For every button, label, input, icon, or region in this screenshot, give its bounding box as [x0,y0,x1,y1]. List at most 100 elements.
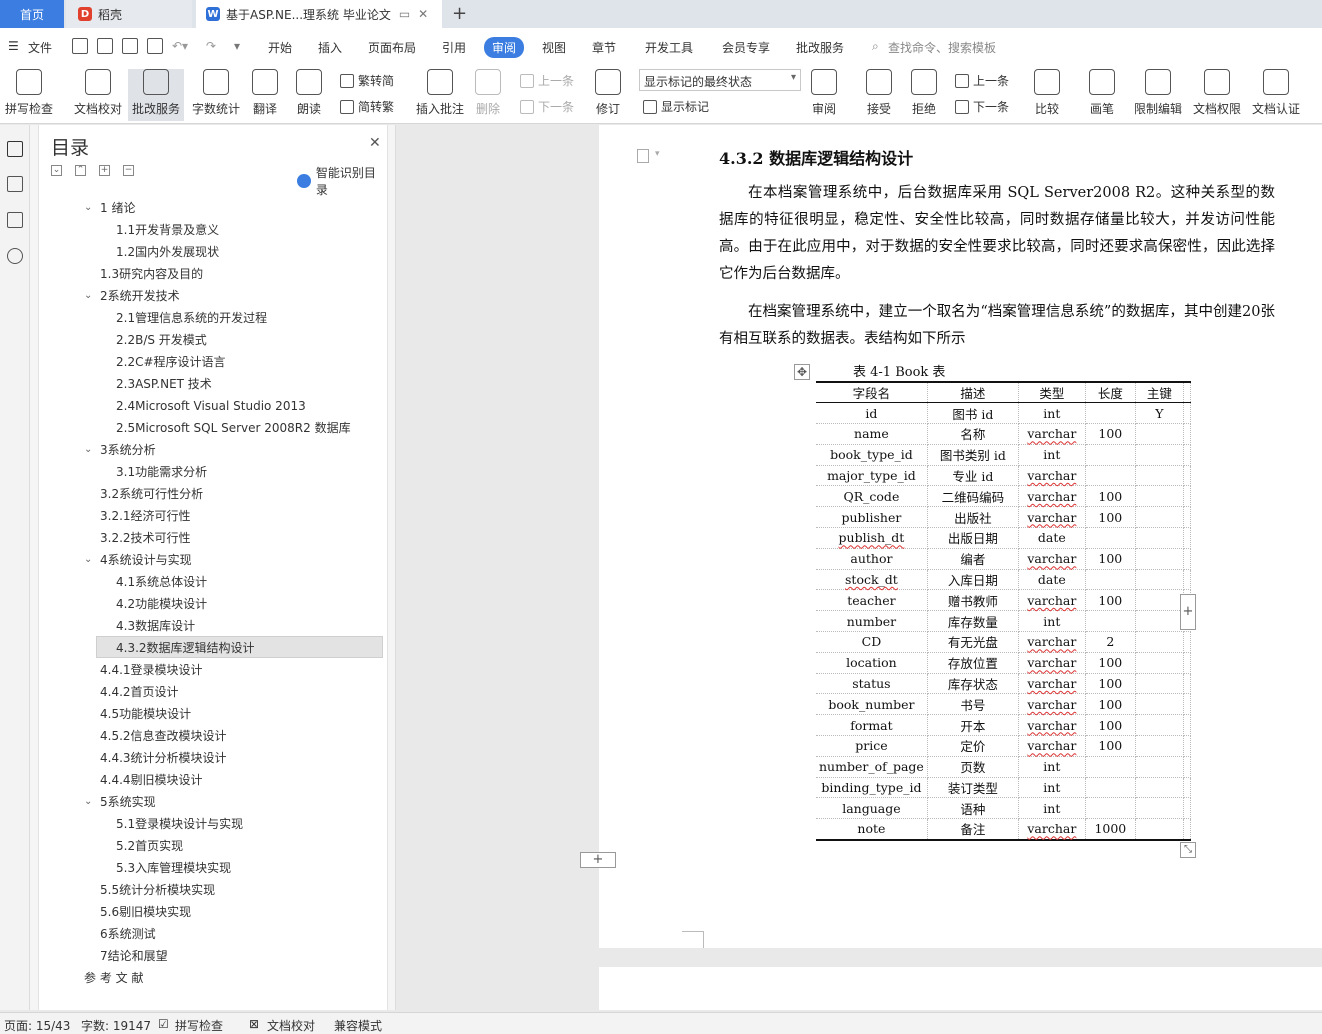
table-extra-cell[interactable] [1182,381,1191,404]
undo-icon[interactable]: ↶▾ [172,39,188,53]
table-cell[interactable]: 编者 [926,548,1019,570]
toc-item[interactable]: 4.4.4剔旧模块设计 [100,769,203,791]
toc-item[interactable]: 2.2B/S 开发模式 [116,329,207,351]
table-resize-handle-icon[interactable]: ⤡ [1180,842,1196,858]
table-cell[interactable]: varchar [1017,631,1086,653]
show-marks-button[interactable]: 显示标记 [643,98,709,115]
table-cell[interactable] [1134,610,1184,633]
prev-comment-button[interactable]: 上一条 [520,72,574,89]
table-cell[interactable]: CD [816,631,928,653]
table-cell[interactable]: stock_dt [816,569,928,591]
toc-item[interactable]: ⌄ 4系统设计与实现 [84,549,192,571]
toc-item[interactable]: 4.1系统总体设计 [116,571,207,593]
table-cell[interactable]: 出版日期 [926,527,1019,549]
table-cell[interactable]: 100 [1084,506,1136,529]
restrict-editing-button[interactable]: 限制编辑 [1134,69,1182,117]
doc-rights-button[interactable]: 文档权限 [1193,69,1241,117]
table-cell[interactable] [1134,818,1184,841]
table-cell[interactable] [1084,569,1136,591]
save-icon[interactable] [72,38,88,54]
paragraph-menu-icon[interactable] [637,149,649,163]
command-search-input[interactable]: 查找命令、搜索模板 [888,39,996,56]
table-cell[interactable]: 图书 id [926,402,1019,425]
chevron-down-icon[interactable]: ⌄ [84,549,92,571]
table-cell[interactable]: 100 [1084,714,1136,737]
insert-comment-button[interactable]: 插入批注 [416,69,464,117]
correction-service-button[interactable]: 批改服务 [128,69,185,121]
table-cell[interactable]: 书号 [926,693,1019,716]
toc-item[interactable]: 5.6剔旧模块实现 [100,901,191,923]
menu-insert[interactable]: 插入 [318,39,342,56]
table-cell[interactable] [1134,465,1184,487]
section-heading[interactable]: 4.3.2 数据库逻辑结构设计 [719,145,913,169]
table-cell[interactable]: 入库日期 [926,569,1019,591]
table-cell[interactable]: 页数 [926,756,1019,778]
chapter-nav-icon[interactable] [7,176,23,192]
reject-button[interactable]: 拒绝 [911,69,937,117]
next-change-button[interactable]: 下一条 [955,98,1009,115]
toc-item[interactable]: 4.5.2信息查改模块设计 [100,725,227,747]
table-cell[interactable]: 出版社 [926,506,1019,529]
export-pdf-icon[interactable] [97,38,113,54]
toc-item[interactable]: 1.2国内外发展现状 [116,241,219,263]
table-extra-cell[interactable] [1182,818,1191,841]
bookmark-icon[interactable] [7,212,23,228]
spellcheck-status[interactable]: 拼写检查 [175,1017,223,1034]
delete-comment-button[interactable]: 删除 [475,69,501,117]
table-cell[interactable]: 赠书教师 [926,589,1019,612]
table-header-cell[interactable]: 主键 [1134,381,1184,404]
toc-item[interactable]: 3.1功能需求分析 [116,461,207,483]
table-cell[interactable]: 100 [1084,485,1136,508]
quick-access-more-icon[interactable]: ▾ [234,39,240,53]
table-extra-cell[interactable] [1182,797,1191,820]
menu-review[interactable]: 审阅 [484,37,525,58]
table-cell[interactable]: binding_type_id [816,777,928,799]
toc-item[interactable]: 5.1登录模块设计与实现 [116,813,243,835]
chevron-down-icon[interactable]: ▾ [655,149,660,159]
table-cell[interactable]: QR_code [816,485,928,508]
table-cell[interactable]: int [1017,797,1086,820]
table-cell[interactable]: number [816,610,928,633]
toc-item[interactable]: 4.2功能模块设计 [116,593,207,615]
table-cell[interactable]: name [816,423,928,445]
toc-item[interactable]: ⌄ 2系统开发技术 [84,285,180,307]
table-cell[interactable]: 100 [1084,548,1136,570]
table-cell[interactable] [1134,693,1184,716]
table-extra-cell[interactable] [1182,527,1191,549]
chevron-down-icon[interactable]: ⌄ [84,791,92,813]
collapse-all-icon[interactable]: ⌃ [75,165,86,176]
table-cell[interactable]: 开本 [926,714,1019,737]
toc-item[interactable]: ⌄ 1 绪论 [84,197,135,219]
table-cell[interactable]: 专业 id [926,465,1019,487]
table-cell[interactable]: date [1017,569,1086,591]
add-heading-icon[interactable]: + [99,165,110,176]
table-cell[interactable]: format [816,714,928,737]
table-caption[interactable]: 表 4-1 Book 表 [853,361,945,380]
table-extra-cell[interactable] [1182,693,1191,716]
table-cell[interactable]: varchar [1017,693,1086,716]
table-cell[interactable]: varchar [1017,589,1086,612]
toc-item[interactable]: 4.4.3统计分析模块设计 [100,747,227,769]
prev-change-button[interactable]: 上一条 [955,72,1009,89]
table-cell[interactable] [1084,402,1136,425]
table-cell[interactable] [1084,777,1136,799]
table-cell[interactable]: 库存状态 [926,673,1019,695]
table-cell[interactable]: varchar [1017,673,1086,695]
menu-chapter[interactable]: 章节 [592,39,616,56]
table-cell[interactable]: 100 [1084,693,1136,716]
table-cell[interactable]: varchar [1017,423,1086,445]
table-cell[interactable]: varchar [1017,548,1086,570]
menu-page-layout[interactable]: 页面布局 [368,39,416,56]
table-cell[interactable]: varchar [1017,735,1086,757]
table-cell[interactable]: Y [1134,402,1184,425]
smart-toc-button[interactable]: 智能识别目录 [297,164,387,198]
toc-item[interactable]: 4.4.1登录模块设计 [100,659,203,681]
next-comment-button[interactable]: 下一条 [520,98,574,115]
tab-home[interactable]: 首页 [0,0,64,28]
to-simplified-button[interactable]: 繁转简 [340,72,394,89]
table-cell[interactable]: 图书类别 id [926,444,1019,466]
table-extra-cell[interactable] [1182,673,1191,695]
table-cell[interactable]: date [1017,527,1086,549]
table-cell[interactable]: varchar [1017,465,1086,487]
menu-start[interactable]: 开始 [268,39,292,56]
